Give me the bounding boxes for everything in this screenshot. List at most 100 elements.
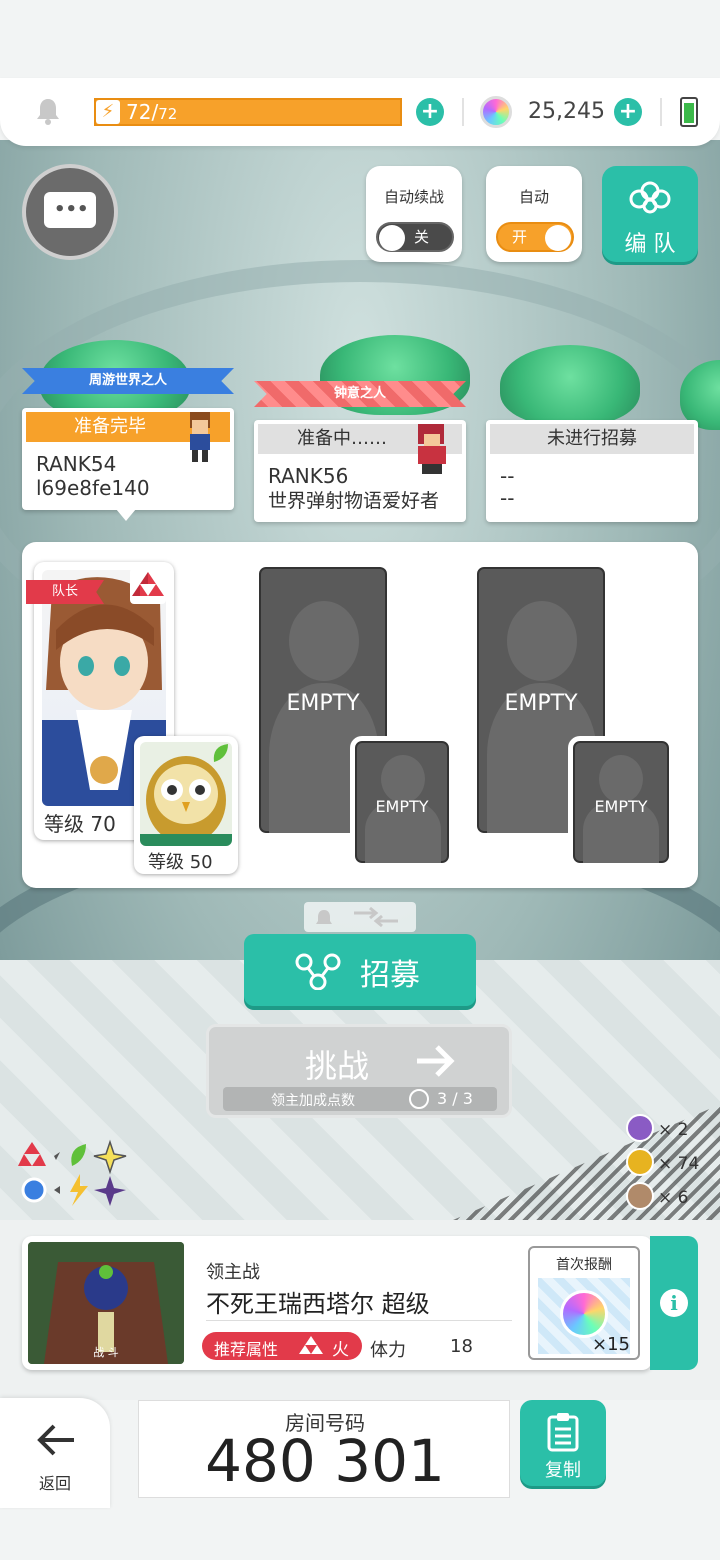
bonus-icon [409, 1089, 429, 1109]
rainbow-gem-icon [560, 1290, 608, 1338]
empty-sub-slot[interactable]: EMPTY [350, 736, 454, 868]
leader-badge: 队长 [26, 580, 104, 604]
element-cycle-icon [18, 1138, 128, 1208]
add-stamina-button[interactable]: + [416, 98, 444, 126]
empty-label: EMPTY [594, 797, 648, 816]
toggle-knob [379, 225, 405, 251]
silhouette [381, 755, 425, 803]
sub-unit-level: 等级 50 [148, 852, 213, 873]
empty-label: EMPTY [504, 691, 578, 716]
lightning-icon: ⚡ [96, 100, 120, 124]
arrow-left-icon [34, 1422, 76, 1458]
challenge-label: 挑战 [305, 1047, 370, 1085]
player-rank: RANK56 [268, 464, 349, 488]
selected-pointer [116, 509, 136, 521]
toggle-state: 开 [512, 228, 528, 246]
battle-tag: 战 斗 [93, 1346, 119, 1359]
auto-continue-label: 自动续战 [383, 188, 444, 206]
purple-medal-icon [626, 1114, 654, 1142]
bonus-points-value: 3 / 3 [437, 1089, 473, 1108]
auto-control: 自动 开 [486, 166, 582, 262]
player-rank: RANK54 [36, 452, 117, 476]
player-slot-3[interactable]: 未进行招募 -- -- [486, 420, 698, 522]
divider [462, 98, 464, 126]
swap-indicator [304, 902, 416, 932]
boss-kind: 领主战 [206, 1262, 260, 1283]
clipboard-icon [546, 1412, 580, 1452]
first-reward-count: ×15 [592, 1334, 630, 1355]
chat-button[interactable]: ••• [22, 164, 118, 260]
add-gems-button[interactable]: + [614, 98, 642, 126]
auto-continue-toggle[interactable]: 关 [376, 222, 454, 252]
fire-element-icon [298, 1334, 324, 1358]
auto-label: 自动 [518, 188, 549, 206]
copy-label: 复制 [545, 1460, 581, 1481]
team-edit-button[interactable]: 编 队 [602, 166, 698, 262]
leaf-element-icon [210, 742, 230, 764]
fire-element-icon [130, 568, 166, 604]
player-slot-1[interactable]: 准备完毕 RANK54 l69e8fe140 [22, 408, 234, 510]
arrow-right-icon [413, 1041, 457, 1081]
boss-info-button[interactable]: i [650, 1236, 698, 1370]
flower-team-icon [628, 180, 672, 216]
boss-info-card: 战 斗 领主战 不死王瑞西塔尔 超级 推荐属性 火 体力 18 首次报酬 ×15 [22, 1236, 652, 1370]
team-edit-label: 编 队 [624, 232, 676, 257]
gold-medal-icon [626, 1148, 654, 1176]
reward-medals: × 2 × 74 × 6 [626, 1114, 716, 1214]
recruit-label: 招募 [360, 958, 420, 993]
player-name: l69e8fe140 [36, 476, 150, 500]
chat-bubble-icon: ••• [44, 192, 96, 228]
bell-icon[interactable] [34, 96, 62, 126]
player-slot-2[interactable]: 准备中…… RANK56 世界弹射物语爱好者 [254, 420, 466, 522]
recommend-label: 推荐属性 [214, 1340, 279, 1359]
empty-sub-slot[interactable]: EMPTY [568, 736, 674, 868]
battery-icon [680, 97, 698, 127]
player-name: 世界弹射物语爱好者 [268, 490, 440, 512]
bronze-medal-icon [626, 1182, 654, 1210]
player-rank: -- [500, 464, 515, 488]
silhouette [599, 755, 643, 803]
silhouette [289, 601, 359, 681]
rainbow-gem-icon [480, 96, 512, 128]
bonus-points-label: 领主加成点数 [271, 1093, 355, 1109]
player-name: -- [500, 486, 515, 510]
gem-count: 25,245 [528, 99, 605, 124]
main-character-level: 等级 70 [44, 812, 116, 836]
player-title-ribbon: 钟意之人 [254, 381, 466, 407]
copy-button[interactable]: 复制 [520, 1400, 606, 1486]
back-label: 返回 [38, 1474, 71, 1493]
back-button[interactable]: 返回 [0, 1398, 110, 1508]
boss-portrait: 战 斗 [28, 1242, 184, 1364]
player-status: 未进行招募 [490, 424, 694, 454]
toggle-state: 关 [414, 228, 430, 246]
challenge-button[interactable]: 挑战 领主加成点数 3 / 3 [206, 1024, 512, 1118]
bonus-points-bar: 领主加成点数 3 / 3 [223, 1087, 497, 1111]
recommended-element-badge: 推荐属性 火 [202, 1332, 362, 1360]
room-number-box: 房间号码 480 301 [138, 1400, 510, 1498]
pixel-avatar [412, 422, 452, 476]
player-title-ribbon: 周游世界之人 [22, 368, 234, 394]
stamina-cost-label: 体力 [370, 1340, 406, 1361]
room-number: 480 301 [205, 1427, 445, 1495]
reward-count: × 2 [658, 1120, 689, 1140]
boss-name: 不死王瑞西塔尔 超级 [206, 1290, 430, 1318]
background-tree [500, 345, 640, 425]
pixel-avatar [182, 410, 218, 464]
stamina-cost: 18 [450, 1336, 473, 1357]
recruit-button[interactable]: 招募 [244, 934, 476, 1006]
reward-count: × 74 [658, 1154, 700, 1174]
sub-unit-card[interactable]: 等级 50 [134, 736, 238, 874]
info-icon: i [660, 1289, 688, 1317]
share-icon [294, 950, 342, 991]
auto-continue-control: 自动续战 关 [366, 166, 462, 262]
reward-count: × 6 [658, 1188, 689, 1208]
first-clear-reward[interactable]: 首次报酬 ×15 [528, 1246, 640, 1360]
stamina-value: 72/72 [126, 100, 178, 124]
first-reward-label: 首次报酬 [556, 1257, 612, 1273]
bottom-spacer [0, 1510, 720, 1560]
empty-label: EMPTY [375, 797, 429, 816]
auto-toggle[interactable]: 开 [496, 222, 574, 252]
toggle-knob [545, 225, 571, 251]
divider [660, 98, 662, 126]
element-label: 火 [332, 1340, 349, 1360]
